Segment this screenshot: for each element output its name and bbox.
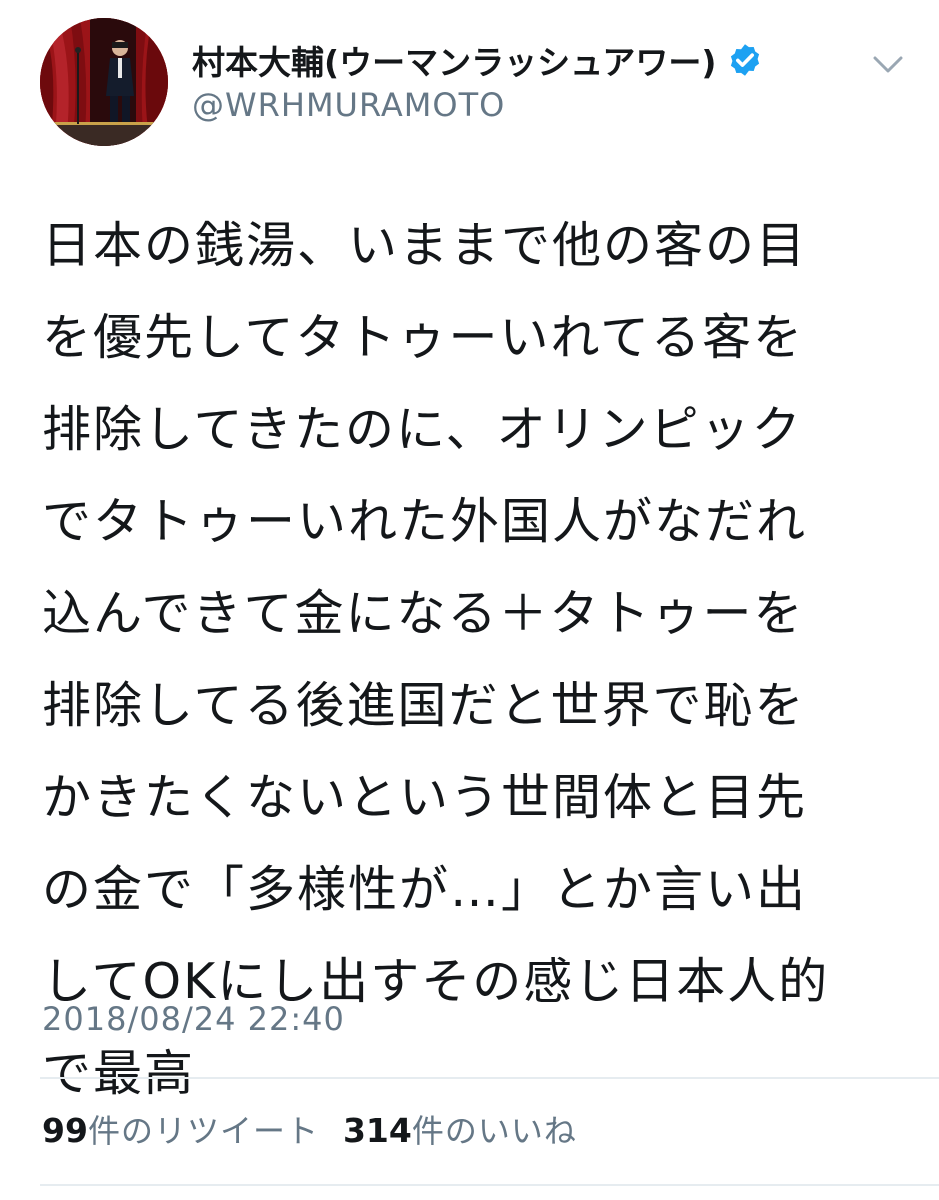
likes-stat[interactable]: 314 件のいいね (343, 1106, 577, 1152)
tweet-timestamp[interactable]: 2018/08/24 22:40 (42, 1000, 345, 1038)
likes-count: 314 (342, 1111, 412, 1150)
tweet-text-line: を優先してタトゥーいれてる客を (42, 309, 805, 366)
chevron-down-icon[interactable] (866, 48, 910, 82)
author-name-row[interactable]: 村本大輔(ウーマンラッシュアワー) (192, 36, 763, 84)
retweets-stat[interactable]: 99 件のリツイート (42, 1106, 319, 1152)
tweet-card: 村本大輔(ウーマンラッシュアワー) @WRHMURAMOTO 日本の銭湯、いまま… (0, 0, 939, 1200)
avatar-image (40, 18, 168, 146)
tweet-text-line: でタトゥーいれた外国人がなだれ (42, 493, 808, 550)
tweet-stats: 99 件のリツイート 314 件のいいね (42, 1106, 601, 1152)
tweet-text-line: 排除してる後進国だと世界で恥を (42, 677, 806, 734)
retweets-label: 件のリツイート (87, 1112, 319, 1150)
divider (40, 1184, 939, 1186)
likes-label: 件のいいね (411, 1112, 577, 1150)
divider (40, 1077, 939, 1079)
avatar[interactable] (40, 18, 168, 146)
tweet-text-line: かきたくないという世間体と目先 (42, 769, 808, 826)
tweet-text-line: の金で「多様性が…」とか言い出 (42, 861, 808, 918)
author-handle[interactable]: @WRHMURAMOTO (192, 86, 505, 124)
verified-badge-icon (730, 44, 759, 76)
author-display-name[interactable]: 村本大輔(ウーマンラッシュアワー) (192, 36, 717, 84)
tweet-text-line: 込んできて金になる＋タトゥーを (42, 585, 805, 642)
retweets-count: 99 (42, 1111, 88, 1150)
tweet-text-line: 排除してきたのに、オリンピック (42, 401, 803, 458)
tweet-text-line: 日本の銭湯、いままで他の客の目 (42, 217, 808, 274)
tweet-text: 日本の銭湯、いままで他の客の目 を優先してタトゥーいれてる客を 排除してきたのに… (42, 200, 902, 1120)
